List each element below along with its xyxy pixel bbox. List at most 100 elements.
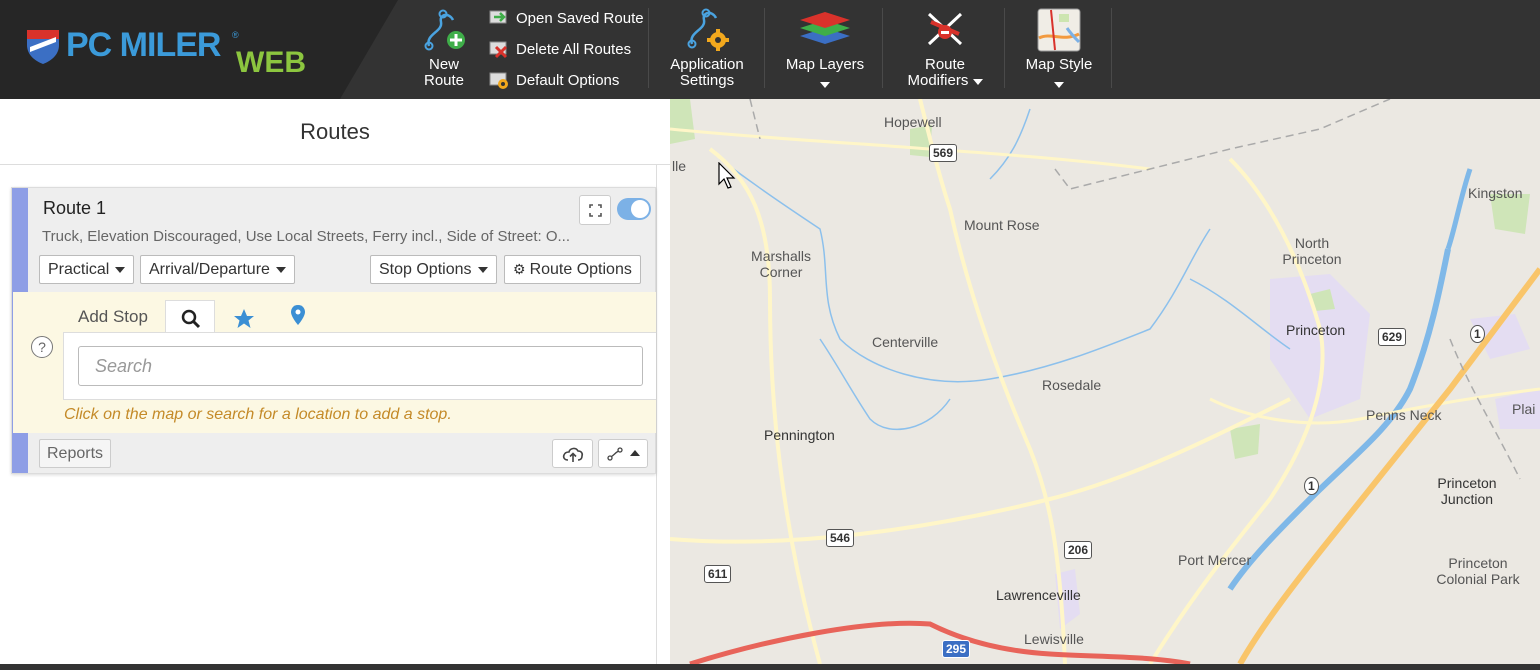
- map-style-button[interactable]: Map Style: [1014, 0, 1104, 99]
- stop-options-label: Stop Options: [379, 261, 472, 278]
- route-modifiers-icon: [927, 12, 963, 46]
- map-layers-button[interactable]: Map Layers: [776, 0, 874, 99]
- delete-route-icon: [489, 41, 508, 59]
- routing-type-dropdown[interactable]: Practical: [39, 255, 135, 284]
- route-modifiers-button[interactable]: Route Modifiers: [896, 0, 994, 99]
- route-options-label: Route Options: [529, 261, 632, 278]
- expand-route-button[interactable]: [579, 195, 611, 225]
- route-path-toggle-button[interactable]: [598, 439, 648, 468]
- stream: [989, 108, 1031, 180]
- settings-route-icon: [687, 8, 729, 51]
- interstate-295: [689, 620, 1191, 664]
- open-saved-route-label: Open Saved Route: [516, 9, 644, 27]
- route-name[interactable]: Route 1: [43, 198, 106, 219]
- chevron-up-icon: [630, 450, 640, 456]
- river: [1445, 168, 1473, 250]
- top-toolbar: PC MILER ® WEB New Route Open Saved Rout…: [0, 0, 1540, 99]
- time-mode-dropdown[interactable]: Arrival/Departure: [140, 255, 295, 284]
- tab-favorites[interactable]: [225, 300, 265, 333]
- route-visibility-toggle[interactable]: [617, 198, 651, 220]
- map-style-icon: [1037, 8, 1081, 52]
- park-area: [1230, 424, 1260, 459]
- bottom-bar: [0, 664, 1540, 670]
- search-icon: [181, 309, 201, 329]
- stop-search-input[interactable]: [78, 346, 643, 386]
- delete-all-routes-link[interactable]: Delete All Routes: [488, 38, 631, 60]
- upload-route-button[interactable]: [552, 439, 593, 468]
- toolbar-divider: [648, 8, 649, 88]
- application-settings-button[interactable]: Application Settings: [660, 0, 754, 99]
- add-stop-hint: Click on the map or search for a locatio…: [64, 406, 452, 423]
- layers-icon: [800, 12, 850, 44]
- route-card: Route 1 Truck, Elevation Discouraged, Us…: [11, 187, 656, 474]
- mouse-cursor-icon: [718, 162, 736, 189]
- open-route-icon: [489, 10, 507, 24]
- route-modifiers-label-2: Modifiers: [896, 73, 994, 89]
- toolbar-divider: [1004, 8, 1005, 88]
- map-canvas: [670, 99, 1540, 664]
- place-label: Princeton Colonial Park: [1436, 555, 1520, 587]
- place-label: Lawrenceville: [996, 587, 1081, 603]
- new-route-label-1: New: [428, 56, 459, 73]
- park-area: [670, 99, 695, 144]
- application-settings-label-2: Settings: [679, 72, 735, 89]
- gear-icon: ⚙: [513, 261, 526, 277]
- road: [708, 147, 822, 664]
- interstate-shield: 295: [942, 640, 971, 658]
- place-label: Rosedale: [1042, 377, 1102, 393]
- route-path-icon: [607, 447, 623, 461]
- route-shield: 611: [704, 565, 732, 583]
- tab-map-pin[interactable]: [281, 300, 315, 333]
- route-modifiers-text: Modifiers: [907, 72, 969, 89]
- chevron-down-icon: [972, 79, 983, 85]
- help-icon[interactable]: ?: [31, 336, 53, 358]
- routes-header: Routes: [0, 99, 670, 165]
- route-shield: 629: [1378, 328, 1407, 346]
- route-shield: 206: [1064, 541, 1093, 559]
- place-label: Penns Neck: [1366, 407, 1442, 423]
- place-label: Centerville: [872, 334, 939, 350]
- star-icon: [234, 309, 254, 328]
- place-label: Port Mercer: [1178, 552, 1252, 568]
- default-options-label: Default Options: [516, 71, 620, 89]
- routes-title: Routes: [300, 119, 370, 144]
- place-label: Princeton: [1286, 322, 1346, 338]
- place-label: Mount Rose: [964, 217, 1040, 233]
- map-view[interactable]: Hopewell Mount Rose Marshalls Corner Nor…: [670, 99, 1540, 664]
- place-label: Hopewell: [884, 114, 942, 130]
- add-stop-label: Add Stop: [78, 307, 148, 326]
- new-route-button[interactable]: New Route: [412, 0, 476, 99]
- toolbar-divider: [764, 8, 765, 88]
- time-mode-value: Arrival/Departure: [149, 261, 270, 278]
- map-pin-icon: [291, 305, 305, 325]
- toolbar-divider: [1111, 8, 1112, 88]
- chevron-down-icon: [1054, 82, 1064, 88]
- chevron-down-icon: [477, 266, 488, 273]
- search-container: [63, 332, 656, 400]
- stop-options-dropdown[interactable]: Stop Options: [370, 255, 497, 284]
- road: [670, 397, 1291, 544]
- place-label: Lewisville: [1024, 631, 1084, 647]
- route-modifiers-label-1: Route: [924, 56, 966, 73]
- route-shield: 569: [929, 144, 958, 162]
- toggle-knob: [631, 200, 649, 218]
- logo-web-text: WEB: [236, 46, 306, 79]
- shield-logo-icon: [27, 30, 59, 64]
- map-style-caret: [1014, 76, 1104, 92]
- map-style-label: Map Style: [1025, 56, 1093, 73]
- panel-divider: [656, 165, 657, 670]
- route-options-button[interactable]: ⚙ Route Options: [504, 255, 641, 284]
- route-description: Truck, Elevation Discouraged, Use Local …: [42, 228, 570, 245]
- us-route-shield: 1: [1304, 477, 1319, 495]
- logo-text: PC MILER: [66, 26, 221, 64]
- map-layers-caret: [776, 76, 874, 92]
- tab-search[interactable]: [165, 300, 215, 333]
- default-options-link[interactable]: Default Options: [488, 69, 619, 91]
- open-saved-route-link[interactable]: Open Saved Route: [488, 7, 644, 29]
- application-settings-label-1: Application: [670, 56, 744, 73]
- place-label: Princeton Junction: [1437, 475, 1497, 507]
- cloud-upload-icon: [562, 447, 584, 462]
- route-shield: 546: [826, 529, 855, 547]
- reports-button[interactable]: Reports: [39, 439, 112, 468]
- delete-all-routes-label: Delete All Routes: [516, 40, 632, 58]
